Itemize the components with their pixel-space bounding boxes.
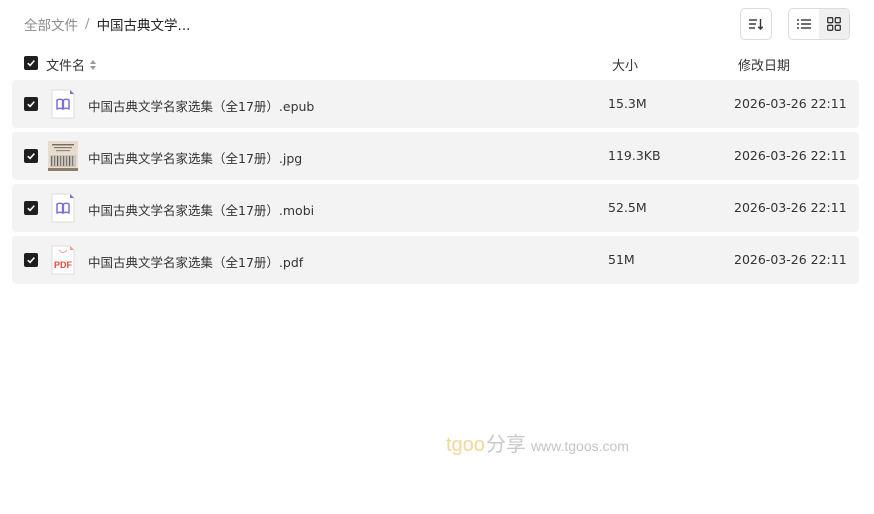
grid-view-icon	[827, 17, 841, 31]
breadcrumb-separator: /	[85, 16, 90, 32]
file-row[interactable]: 中国古典文学名家选集（全17册）.jpg 119.3KB 2026-03-26 …	[12, 132, 859, 180]
row-checkbox[interactable]	[24, 149, 38, 163]
sort-button[interactable]	[740, 8, 772, 40]
ebook-icon	[51, 89, 75, 119]
column-header-name[interactable]: 文件名	[46, 55, 97, 74]
file-list: 中国古典文学名家选集（全17册）.epub 15.3M 2026-03-26 2…	[12, 80, 859, 288]
check-icon	[27, 60, 35, 67]
file-row[interactable]: 中国古典文学名家选集（全17册）.mobi 52.5M 2026-03-26 2…	[12, 184, 859, 232]
file-size: 51M	[608, 252, 635, 267]
column-header-name-label: 文件名	[46, 59, 86, 74]
file-date: 2026-03-26 22:11	[734, 252, 847, 267]
check-icon	[27, 205, 35, 212]
file-row[interactable]: PDF 中国古典文学名家选集（全17册）.pdf 51M 2026-03-26 …	[12, 236, 859, 284]
file-name[interactable]: 中国古典文学名家选集（全17册）.pdf	[88, 252, 303, 271]
file-name[interactable]: 中国古典文学名家选集（全17册）.jpg	[88, 148, 302, 167]
top-bar: 全部文件 / 中国古典文学...	[0, 0, 874, 48]
view-toggle	[788, 8, 850, 40]
image-thumbnail	[48, 141, 78, 171]
watermark-url: www.tgoos.com	[530, 438, 629, 454]
grid-view-button[interactable]	[819, 9, 849, 39]
list-view-icon	[797, 19, 811, 29]
column-header-size[interactable]: 大小	[612, 55, 638, 74]
file-size: 52.5M	[608, 200, 647, 215]
check-icon	[27, 257, 35, 264]
sort-icon	[749, 19, 764, 30]
row-checkbox[interactable]	[24, 201, 38, 215]
watermark: tgoo 分享 www.tgoos.com	[446, 428, 629, 457]
breadcrumb: 全部文件 / 中国古典文学...	[24, 14, 190, 34]
check-icon	[27, 101, 35, 108]
select-all-checkbox[interactable]	[24, 56, 38, 70]
file-date: 2026-03-26 22:11	[734, 148, 847, 163]
pdf-icon: PDF	[51, 245, 75, 275]
list-view-button[interactable]	[789, 9, 819, 39]
file-row[interactable]: 中国古典文学名家选集（全17册）.epub 15.3M 2026-03-26 2…	[12, 80, 859, 128]
row-checkbox[interactable]	[24, 253, 38, 267]
file-name[interactable]: 中国古典文学名家选集（全17册）.mobi	[88, 200, 314, 219]
breadcrumb-root-link[interactable]: 全部文件	[24, 14, 78, 34]
ebook-icon	[51, 193, 75, 223]
sort-toggle-icon[interactable]	[89, 59, 97, 71]
check-icon	[27, 153, 35, 160]
file-name[interactable]: 中国古典文学名家选集（全17册）.epub	[88, 96, 314, 115]
watermark-brand: tgoo	[446, 434, 485, 456]
file-size: 15.3M	[608, 96, 647, 111]
file-size: 119.3KB	[608, 148, 661, 163]
file-date: 2026-03-26 22:11	[734, 96, 847, 111]
breadcrumb-current: 中国古典文学...	[96, 18, 191, 34]
file-date: 2026-03-26 22:11	[734, 200, 847, 215]
watermark-brand-cn: 分享	[485, 432, 526, 456]
svg-text:PDF: PDF	[54, 260, 73, 270]
row-checkbox[interactable]	[24, 97, 38, 111]
column-header-date[interactable]: 修改日期	[738, 55, 790, 74]
table-header: 文件名 大小 修改日期	[0, 50, 874, 78]
